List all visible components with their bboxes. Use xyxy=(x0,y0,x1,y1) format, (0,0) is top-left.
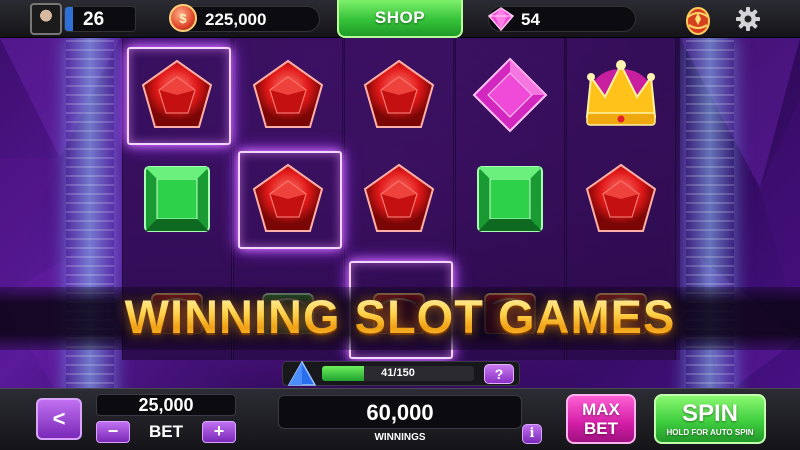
red-gem-symbol xyxy=(569,147,673,251)
bonus-egg-icon[interactable] xyxy=(684,3,712,35)
bet-amount: 25,000 xyxy=(96,394,236,416)
gem-balance[interactable]: 54 xyxy=(487,6,636,32)
max-bet-line1: MAX xyxy=(582,400,620,419)
max-bet-button[interactable]: MAX BET xyxy=(566,394,636,444)
red-gem-symbol xyxy=(347,43,451,147)
spin-sub-label: HOLD FOR AUTO SPIN xyxy=(666,427,754,437)
increase-bet-button[interactable]: + xyxy=(202,421,236,443)
coin-icon: $ xyxy=(169,4,197,32)
blue-pyramid-icon xyxy=(287,360,317,386)
winning-symbol-frame xyxy=(127,47,231,145)
red-gem-symbol xyxy=(347,147,451,251)
spin-label: SPIN xyxy=(681,399,738,427)
winnings-label: WINNINGS xyxy=(374,432,426,443)
left-light-pillar xyxy=(66,38,114,438)
player-avatar[interactable] xyxy=(30,3,62,35)
back-button[interactable]: < xyxy=(36,398,82,440)
level-value: 26 xyxy=(83,9,105,30)
info-button[interactable]: i xyxy=(522,424,542,444)
coin-balance[interactable]: $ 225,000 xyxy=(169,4,320,32)
settings-button[interactable] xyxy=(733,4,763,34)
level-progress-stripe xyxy=(65,7,73,31)
level-display: 26 xyxy=(64,6,136,32)
progress-text: 41/150 xyxy=(381,367,415,379)
pink-gem-symbol xyxy=(458,43,562,147)
green-gem-symbol xyxy=(125,147,229,251)
pink-gem-icon xyxy=(487,7,515,32)
help-button[interactable]: ? xyxy=(484,364,514,384)
right-light-pillar xyxy=(686,38,734,438)
shop-button[interactable]: SHOP xyxy=(337,0,463,38)
spin-button[interactable]: SPIN HOLD FOR AUTO SPIN xyxy=(654,394,766,444)
crown-symbol xyxy=(569,43,673,147)
coin-balance-value: 225,000 xyxy=(205,10,267,29)
gem-balance-value: 54 xyxy=(521,10,540,29)
max-bet-line2: BET xyxy=(584,419,618,438)
gear-icon xyxy=(736,7,760,31)
green-gem-symbol xyxy=(458,147,562,251)
winnings-amount: 60,000 xyxy=(278,395,522,429)
decrease-bet-button[interactable]: − xyxy=(96,421,130,443)
red-gem-symbol xyxy=(236,43,340,147)
bet-label: BET xyxy=(149,422,183,441)
winning-symbol-frame xyxy=(238,151,342,249)
promo-banner-text: WINNING SLOT GAMES xyxy=(0,289,800,344)
